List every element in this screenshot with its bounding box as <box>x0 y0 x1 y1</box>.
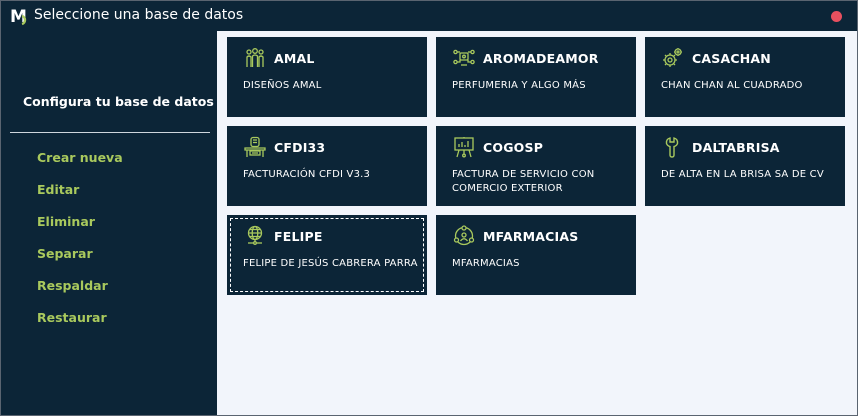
gears-icon <box>663 48 682 67</box>
database-name: AMAL <box>274 51 315 66</box>
menu-item-crear-nueva[interactable]: Crear nueva <box>37 150 123 165</box>
menu-item-separar[interactable]: Separar <box>37 246 93 261</box>
title-bar: M Seleccione una base de datos <box>1 1 857 31</box>
database-description: CHAN CHAN AL CUADRADO <box>661 80 803 91</box>
database-description: PERFUMERIA Y ALGO MÁS <box>452 80 586 91</box>
database-description: DE ALTA EN LA BRISA SA DE CV <box>661 169 824 180</box>
database-name: AROMADEAMOR <box>483 51 599 66</box>
database-name: FELIPE <box>274 229 323 244</box>
database-grid: AMAL DISEÑOS AMAL AROMADEAMOR PERFUMERIA… <box>217 31 857 415</box>
database-card-cfdi33[interactable]: CFDI33 FACTURACIÓN CFDI V3.3 <box>227 126 427 206</box>
sidebar-heading: Configura tu base de datos <box>23 94 214 109</box>
database-description: FACTURACIÓN CFDI V3.3 <box>243 169 371 180</box>
presentation-icon <box>454 137 474 158</box>
wrench-icon <box>665 137 679 158</box>
database-name: DALTABRISA <box>692 140 780 155</box>
app-logo-icon: M <box>10 7 27 26</box>
window-title: Seleccione una base de datos <box>34 7 244 23</box>
database-description: MFARMACIAS <box>452 258 520 269</box>
database-card-aromadeamor[interactable]: AROMADEAMOR PERFUMERIA Y ALGO MÁS <box>436 37 636 117</box>
menu-item-eliminar[interactable]: Eliminar <box>37 214 95 229</box>
database-name: MFARMACIAS <box>483 229 579 244</box>
sidebar-divider <box>10 132 210 133</box>
database-card-felipe[interactable]: FELIPE FELIPE DE JESÚS CABRERA PARRA <box>227 215 427 295</box>
menu-item-restaurar[interactable]: Restaurar <box>37 310 107 325</box>
network-icon <box>453 49 475 66</box>
database-description: FACTURA DE SERVICIO CON COMERCIO EXTERIO… <box>452 169 595 194</box>
globe-icon <box>247 225 263 245</box>
database-description: DISEÑOS AMAL <box>243 80 322 91</box>
database-card-amal[interactable]: AMAL DISEÑOS AMAL <box>227 37 427 117</box>
team-circle-icon <box>453 225 475 246</box>
office-desk-icon <box>244 136 266 157</box>
database-card-casachan[interactable]: CASACHAN CHAN CHAN AL CUADRADO <box>645 37 845 117</box>
close-icon[interactable] <box>831 11 842 22</box>
database-name: COGOSP <box>483 140 544 155</box>
people-icon <box>246 48 264 67</box>
database-name: CASACHAN <box>692 51 771 66</box>
menu-item-editar[interactable]: Editar <box>37 182 79 197</box>
database-selector-window: M Seleccione una base de datos Configura… <box>0 0 858 416</box>
database-name: CFDI33 <box>274 140 326 155</box>
database-description: FELIPE DE JESÚS CABRERA PARRA <box>243 258 418 269</box>
menu-item-respaldar[interactable]: Respaldar <box>37 278 108 293</box>
database-card-cogosp[interactable]: COGOSP FACTURA DE SERVICIO CON COMERCIO … <box>436 126 636 206</box>
database-card-daltabrisa[interactable]: DALTABRISA DE ALTA EN LA BRISA SA DE CV <box>645 126 845 206</box>
sidebar: Configura tu base de datos Crear nueva E… <box>1 31 217 415</box>
database-card-mfarmacias[interactable]: MFARMACIAS MFARMACIAS <box>436 215 636 295</box>
